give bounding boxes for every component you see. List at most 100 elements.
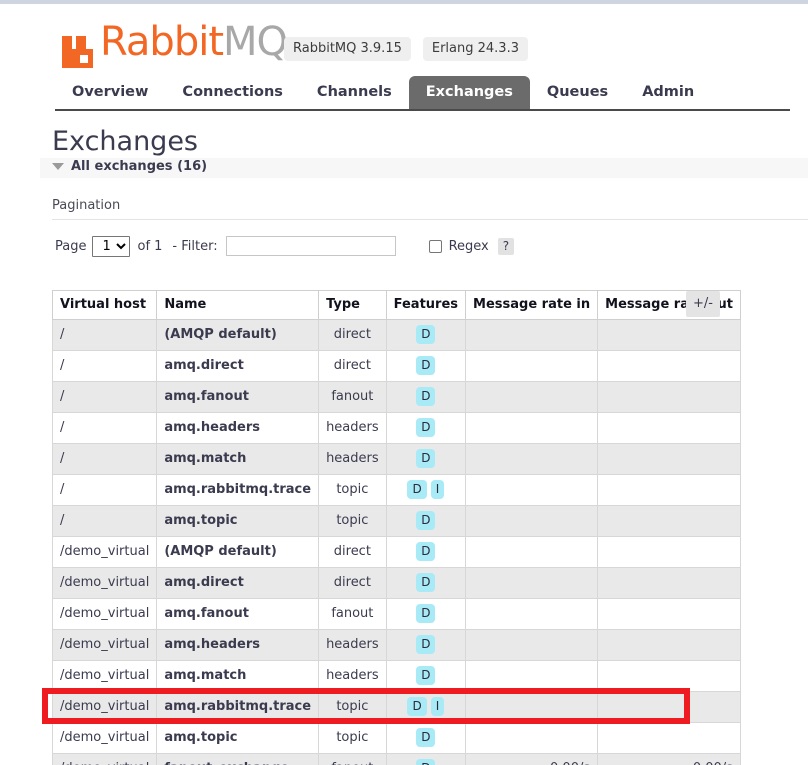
rabbit-logo-icon [62,36,98,68]
cell-message-rate-out [597,722,741,754]
logo-wordmark: RabbitMQTM [100,19,307,72]
cell-exchange-name[interactable]: amq.direct [156,567,320,599]
table-row[interactable]: /demo_virtual amq.headers headers D [51,629,741,661]
table-row[interactable]: / amq.direct direct D [51,350,741,382]
cell-features: D [385,319,467,351]
exchanges-table-wrapper: Virtual host Name Type Features Message … [51,290,741,765]
tab-channels[interactable]: Channels [300,76,409,109]
feature-badge-d: D [416,387,436,406]
cell-type: direct [318,319,387,351]
cell-exchange-name[interactable]: amq.rabbitmq.trace [156,691,320,723]
page-select[interactable]: 1 [92,235,131,257]
cell-message-rate-in [465,629,599,661]
table-row[interactable]: /demo_virtual amq.topic topic D [51,722,741,754]
cell-exchange-name[interactable]: amq.fanout [156,598,320,630]
cell-exchange-name[interactable]: amq.direct [156,350,320,382]
cell-virtual-host: /demo_virtual [51,753,158,765]
cell-type: fanout [318,381,387,413]
cell-type: headers [318,412,387,444]
cell-exchange-name[interactable]: amq.fanout [156,381,320,413]
regex-help-badge[interactable]: ? [497,237,515,255]
feature-badge-d: D [416,542,436,561]
cell-virtual-host: /demo_virtual [51,660,158,692]
cell-features: D [385,443,467,475]
cell-virtual-host: /demo_virtual [51,691,158,723]
table-body: / (AMQP default) direct D / amq.direct direct D… [51,319,741,765]
feature-badge-d: D [416,511,436,530]
cell-type: headers [318,443,387,475]
cell-features: D [385,567,467,599]
cell-virtual-host: / [51,319,158,351]
cell-message-rate-out [597,691,741,723]
cell-exchange-name[interactable]: amq.match [156,443,320,475]
regex-label: Regex [448,238,489,254]
cell-message-rate-out [597,443,741,475]
tab-connections[interactable]: Connections [165,76,300,109]
column-header-type[interactable]: Type [318,290,387,320]
rabbitmq-logo[interactable]: RabbitMQTM [62,18,307,68]
feature-badge-d: D [416,356,436,375]
table-row[interactable]: /demo_virtualfanout_exchangefanout D 0.00/… [51,753,741,765]
table-row[interactable]: / amq.fanout fanout D [51,381,741,413]
cell-features: D [385,753,467,765]
cell-message-rate-in [465,536,599,568]
cell-exchange-name[interactable]: (AMQP default) [156,536,320,568]
cell-exchange-name[interactable]: amq.rabbitmq.trace [156,474,320,506]
page-total-label: of 1 [137,238,163,254]
cell-type: direct [318,350,387,382]
table-row[interactable]: / amq.headers headers D [51,412,741,444]
all-exchanges-toggle[interactable]: All exchanges (16) [52,159,207,174]
table-row[interactable]: /demo_virtual (AMQP default) direct D [51,536,741,568]
tab-overview[interactable]: Overview [55,76,165,109]
cell-type: topic [318,691,387,723]
column-header-virtual-host[interactable]: Virtual host [51,290,158,320]
cell-virtual-host: / [51,505,158,537]
chevron-down-icon [52,163,64,170]
cell-message-rate-in [465,412,599,444]
cell-features: DI [385,474,467,506]
feature-badge-d: D [407,697,427,716]
table-row[interactable]: /demo_virtual amq.match headers D [51,660,741,692]
tab-queues[interactable]: Queues [530,76,625,109]
cell-exchange-name[interactable]: amq.match [156,660,320,692]
pagination-divider [52,219,808,220]
cell-exchange-name[interactable]: amq.headers [156,629,320,661]
cell-message-rate-in: 0.00/s [465,753,599,765]
cell-features: D [385,722,467,754]
tab-exchanges[interactable]: Exchanges [408,76,530,109]
cell-exchange-name[interactable]: (AMQP default) [156,319,320,351]
table-row[interactable]: / amq.rabbitmq.trace topic D I [51,474,741,506]
cell-type: fanout [318,753,387,765]
exchanges-table: Virtual host Name Type Features Message … [51,290,741,765]
cell-exchange-name[interactable]: amq.topic [156,722,320,754]
column-header-features[interactable]: Features [385,290,467,320]
cell-exchange-name[interactable]: amq.headers [156,412,320,444]
logo-text-secondary: MQ [223,19,288,65]
cell-virtual-host: / [51,474,158,506]
table-row[interactable]: /demo_virtual amq.rabbitmq.trace topic D I [51,691,741,723]
table-row[interactable]: / amq.topic topic D [51,505,741,537]
table-row[interactable]: / (AMQP default) direct D [51,319,741,351]
column-header-message-rate-in[interactable]: Message rate in [465,290,599,320]
table-row[interactable]: / amq.match headers D [51,443,741,475]
cell-virtual-host: / [51,443,158,475]
cell-message-rate-out [597,660,741,692]
cell-message-rate-in [465,691,599,723]
cell-message-rate-in [465,505,599,537]
filter-input[interactable] [225,236,396,256]
toggle-columns-button[interactable]: +/- [686,291,720,317]
cell-features: DI [385,691,467,723]
table-row[interactable]: /demo_virtual amq.fanout fanout D [51,598,741,630]
cell-exchange-name[interactable]: fanout_exchange [156,753,320,765]
cell-message-rate-in [465,381,599,413]
tab-admin[interactable]: Admin [625,76,711,109]
cell-exchange-name[interactable]: amq.topic [156,505,320,537]
cell-virtual-host: / [51,381,158,413]
feature-badge-d: D [416,666,436,685]
cell-virtual-host: /demo_virtual [51,722,158,754]
cell-type: direct [318,567,387,599]
regex-checkbox[interactable] [428,239,442,253]
pagination-section-label: Pagination [52,198,121,213]
table-row[interactable]: /demo_virtual amq.direct direct D [51,567,741,599]
column-header-name[interactable]: Name [156,290,320,320]
